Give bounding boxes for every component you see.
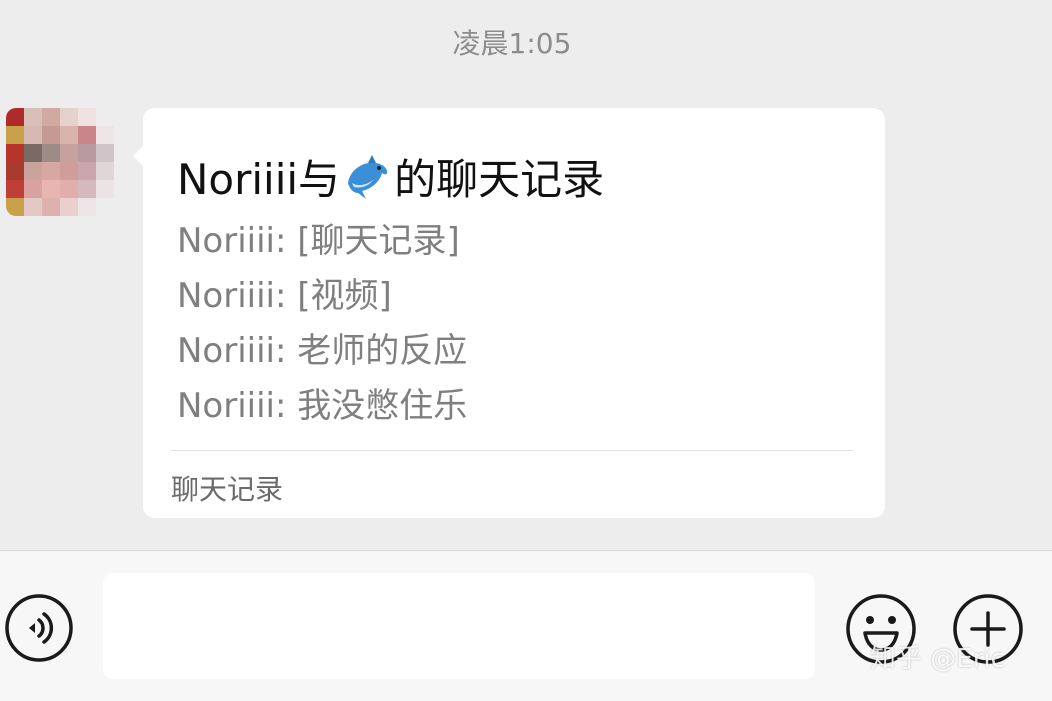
message-timestamp: 凌晨1:05: [452, 27, 572, 60]
card-footer-label: 聊天记录: [171, 473, 284, 506]
card-message-line: Noriiii: 我没憋住乐: [177, 386, 468, 426]
dolphin-icon: [348, 154, 388, 199]
card-message-line: Noriiii: [聊天记录]: [177, 221, 460, 261]
message-input[interactable]: [103, 573, 815, 679]
card-title: Noriiii与 的聊天记录: [177, 146, 604, 207]
card-divider: [171, 450, 853, 451]
avatar[interactable]: [6, 108, 114, 216]
voice-icon[interactable]: [4, 593, 74, 663]
card-title-suffix: 的聊天记录: [394, 155, 605, 204]
card-message-list: Noriiii: [聊天记录] Noriiii: [视频] Noriiii: 老…: [177, 214, 467, 434]
chat-area: 凌晨1:05 Noriiii与 的聊天记录 Noriiii: [聊天记录] No…: [0, 0, 1052, 550]
card-message-line: Noriiii: [视频]: [177, 276, 392, 316]
input-toolbar: [0, 550, 1052, 701]
card-message-line: Noriiii: 老师的反应: [177, 331, 468, 371]
watermark: 知乎 @Eric: [870, 644, 1005, 674]
card-title-prefix: Noriiii与: [177, 155, 341, 204]
bubble-tail: [133, 146, 143, 166]
chat-record-card[interactable]: Noriiii与 的聊天记录 Noriiii: [聊天记录] Noriiii: …: [133, 108, 885, 518]
